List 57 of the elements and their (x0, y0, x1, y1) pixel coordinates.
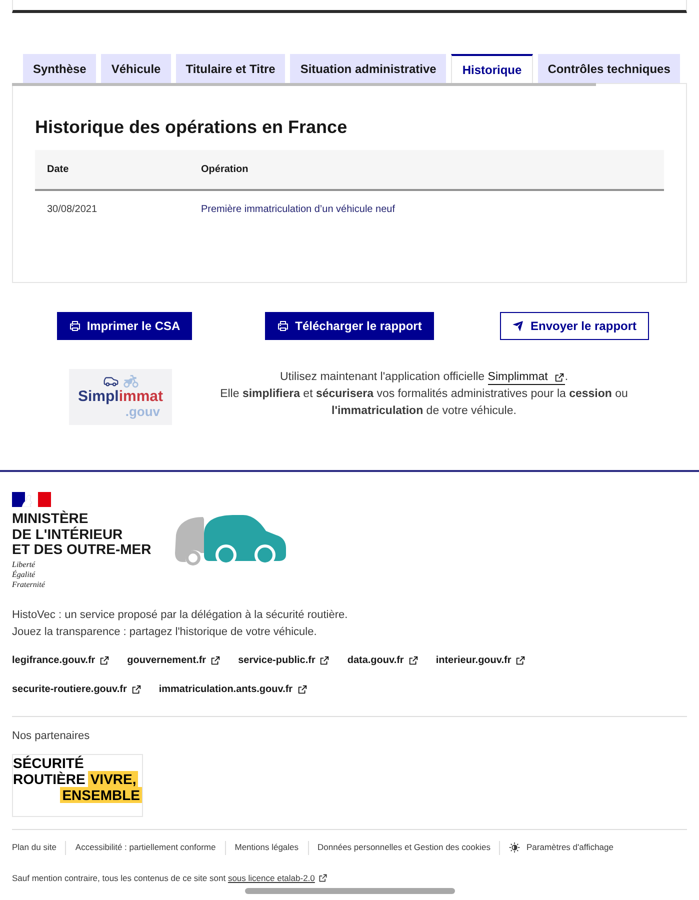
tab[interactable]: Contrôles techniques (538, 54, 680, 83)
send-icon (512, 320, 524, 332)
logo-text: SÉCURITÉ (13, 754, 84, 770)
external-link-icon (319, 655, 330, 666)
column-header: Opération (189, 150, 664, 190)
footer-bottom-link[interactable]: Accessibilité : partiellement conforme (75, 841, 216, 854)
ministry-name: MINISTÈRE DE L'INTÉRIEUR ET DES OUTRE-MER (12, 511, 152, 558)
footer-description: HistoVec : un service proposé par la délégation à la sécurité routière. (12, 608, 349, 622)
printer-icon (277, 320, 290, 332)
action-button[interactable]: Télécharger le rapport (265, 312, 434, 340)
simplimmat-link[interactable]: Simplimmat (488, 370, 565, 385)
external-link-icon (515, 655, 526, 666)
footer-link[interactable]: securite-routiere.gouv.fr (12, 682, 142, 697)
partners-title: Nos partenaires (12, 728, 91, 744)
external-link-icon (130, 684, 142, 695)
footer-bottom-link[interactable]: Paramètres d'affichage (509, 841, 614, 854)
external-link-icon (210, 655, 222, 666)
external-link-icon (408, 655, 419, 666)
action-button[interactable]: Envoyer le rapport (500, 312, 649, 340)
sun-icon (509, 842, 520, 853)
footer-link[interactable]: interieur.gouv.fr (436, 653, 526, 668)
tab[interactable]: Titulaire et Titre (176, 54, 286, 83)
logo-text: ROUTIÈRE (13, 770, 86, 786)
tab[interactable]: Situation administrative (290, 54, 446, 83)
domain-text: .gouv (125, 405, 160, 419)
motto-text: Liberté Égalité Fraternité (12, 560, 46, 590)
tab[interactable]: Synthèse (23, 54, 96, 83)
tricolor-flag-icon (12, 492, 51, 507)
external-link-icon (99, 655, 110, 666)
footer-bottom-link[interactable]: Mentions légales (234, 841, 299, 854)
external-link-icon (318, 872, 328, 882)
license-text: Sauf mention contraire, tous les contenus de ce site sont sous licence etalab-2.0 (12, 872, 687, 884)
slogan-text: ENSEMBLE (60, 786, 142, 802)
tab[interactable]: Véhicule (101, 54, 171, 83)
footer-link[interactable]: legifrance.gouv.fr (12, 653, 110, 668)
footer-link[interactable]: service-public.fr (238, 653, 330, 668)
simplimmat-wordmark: Simplimmat (78, 389, 164, 405)
footer-link[interactable]: data.gouv.fr (347, 653, 419, 668)
action-button[interactable]: Imprimer le CSA (56, 312, 192, 340)
car-logo-icon (173, 515, 286, 566)
footer-link[interactable]: immatriculation.ants.gouv.fr (158, 682, 308, 697)
license-link[interactable]: sous licence etalab-2.0 (228, 872, 328, 884)
slogan-text: VIVRE, (88, 770, 138, 786)
external-link-icon (554, 372, 565, 382)
column-header: Date (35, 150, 189, 190)
footer-link[interactable]: gouvernement.fr (127, 653, 222, 668)
section-title: Historique des opérations en France (35, 116, 348, 138)
table-cell: 30/08/2021 (35, 190, 189, 228)
motorbike-icon (123, 373, 139, 389)
simplimmat-text: Utilisez maintenant l'application officielle Simplimmat . Elle simplifiera et sécurisera vos formalités administratives pour la cession ou l'immatriculation de votre véhicule. (219, 369, 629, 419)
footer-description: Jouez la transparence : partagez l'historique de votre véhicule. (12, 624, 318, 640)
footer-bottom-link[interactable]: Plan du site (12, 841, 56, 854)
footer-bottom-link[interactable]: Données personnelles et Gestion des cookies (318, 841, 490, 854)
printer-icon (68, 320, 81, 332)
external-link-icon (296, 684, 308, 695)
table-cell: Première immatriculation d’un véhicule neuf (189, 190, 664, 228)
tab[interactable]: Historique (451, 54, 533, 83)
